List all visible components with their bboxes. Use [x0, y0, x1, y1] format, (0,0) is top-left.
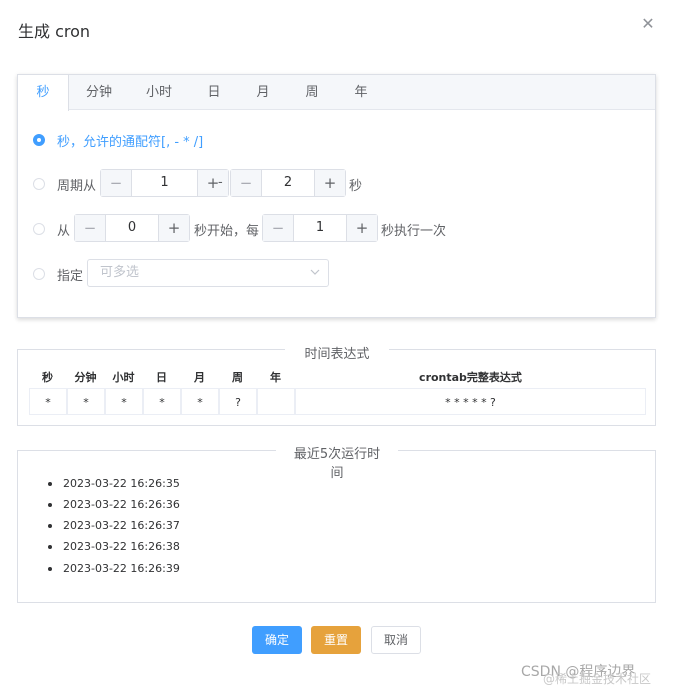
reset-button[interactable]: 重置 [311, 626, 361, 654]
close-icon[interactable]: ✕ [640, 16, 656, 32]
decrement-button[interactable]: − [75, 215, 106, 241]
period-suffix: 秒 [349, 179, 363, 194]
dialog-title: 生成 cron [18, 22, 91, 41]
tab-year[interactable]: 年 [345, 75, 377, 110]
loop-suffix: 秒执行一次 [381, 224, 447, 239]
header-crontab: crontab完整表达式 [419, 371, 522, 384]
cron-tabs-panel: 秒 分钟 小时 日 月 周 年 秒，允许的通配符[, - * /] 周期从 − … [17, 74, 656, 318]
tab-hour[interactable]: 小时 [138, 75, 180, 110]
specify-select[interactable]: 可多选 [87, 259, 329, 287]
header-minute: 分钟 [74, 371, 97, 384]
loop-middle: 秒开始，每 [194, 224, 260, 239]
radio-loop[interactable] [33, 223, 45, 235]
radio-any[interactable] [33, 134, 45, 146]
header-week: 周 [232, 371, 243, 384]
header-month: 月 [194, 371, 205, 384]
value-hour: * [105, 388, 143, 415]
header-hour: 小时 [112, 371, 135, 384]
period-to-value[interactable]: 2 [261, 170, 315, 196]
period-prefix: 周期从 [57, 179, 97, 194]
loop-prefix: 从 [57, 224, 71, 239]
value-week: ? [219, 388, 257, 415]
recent-runs-legend: 最近5次运行时间 [276, 443, 398, 481]
tab-month[interactable]: 月 [247, 75, 279, 110]
period-dash: - [218, 175, 223, 190]
period-to-stepper[interactable]: − 2 + [230, 169, 346, 197]
expression-legend: 时间表达式 [285, 343, 389, 362]
run-time-item: 2023-03-22 16:26:39 [63, 562, 180, 575]
tab-second[interactable]: 秒 [18, 75, 69, 111]
value-second: * [29, 388, 67, 415]
decrement-button[interactable]: − [263, 215, 294, 241]
header-year: 年 [270, 371, 281, 384]
run-time-item: 2023-03-22 16:26:38 [63, 540, 180, 553]
run-time-item: 2023-03-22 16:26:35 [63, 477, 180, 490]
tab-week[interactable]: 周 [296, 75, 328, 110]
period-from-value[interactable]: 1 [131, 170, 198, 196]
confirm-button[interactable]: 确定 [252, 626, 302, 654]
list-bullet [48, 545, 52, 549]
loop-step-stepper[interactable]: − 1 + [262, 214, 378, 242]
specify-label: 指定 [57, 269, 84, 284]
loop-start-stepper[interactable]: − 0 + [74, 214, 190, 242]
value-year [257, 388, 295, 415]
decrement-button[interactable]: − [231, 170, 262, 196]
tab-minute[interactable]: 分钟 [78, 75, 120, 110]
increment-button[interactable]: + [346, 215, 377, 241]
value-day: * [143, 388, 181, 415]
list-bullet [48, 482, 52, 486]
increment-button[interactable]: + [158, 215, 189, 241]
value-month: * [181, 388, 219, 415]
header-second: 秒 [42, 371, 53, 384]
list-bullet [48, 524, 52, 528]
increment-button[interactable]: + [197, 170, 228, 196]
loop-step-value[interactable]: 1 [293, 215, 347, 241]
value-crontab: * * * * * ? [295, 388, 646, 415]
watermark-juejin: @稀土掘金技术社区 [543, 672, 652, 686]
radio-specify[interactable] [33, 268, 45, 280]
chevron-down-icon [310, 269, 320, 275]
cancel-button[interactable]: 取消 [371, 626, 421, 654]
list-bullet [48, 503, 52, 507]
specify-placeholder: 可多选 [100, 265, 140, 280]
option-any-label: 秒，允许的通配符[, - * /] [57, 135, 204, 150]
tab-day[interactable]: 日 [198, 75, 230, 110]
run-time-item: 2023-03-22 16:26:36 [63, 498, 180, 511]
radio-period[interactable] [33, 178, 45, 190]
tab-bar: 秒 分钟 小时 日 月 周 年 [18, 75, 655, 111]
increment-button[interactable]: + [314, 170, 345, 196]
list-bullet [48, 567, 52, 571]
run-time-item: 2023-03-22 16:26:37 [63, 519, 180, 532]
value-minute: * [67, 388, 105, 415]
period-from-stepper[interactable]: − 1 + [100, 169, 229, 197]
loop-start-value[interactable]: 0 [105, 215, 159, 241]
header-day: 日 [156, 371, 167, 384]
decrement-button[interactable]: − [101, 170, 132, 196]
